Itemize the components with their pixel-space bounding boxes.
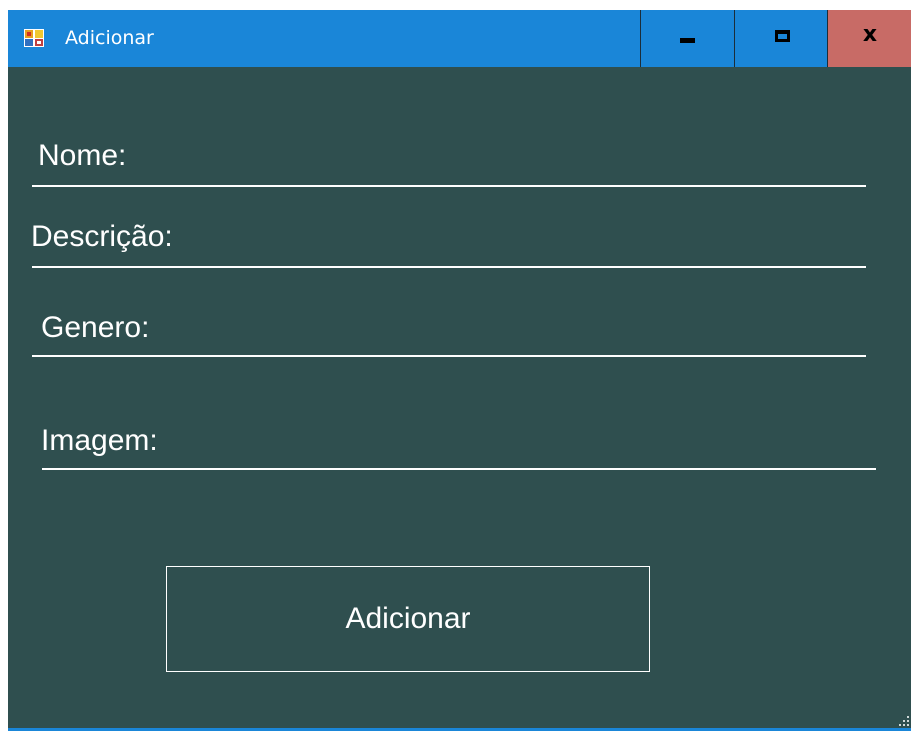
image-label: Imagem:: [41, 424, 158, 457]
close-icon: x: [862, 22, 878, 47]
resize-grip-icon[interactable]: [899, 716, 909, 726]
maximize-button[interactable]: [734, 10, 828, 67]
minimize-button[interactable]: [640, 10, 735, 67]
add-window: Adicionar x Nome: Descrição: Genero: Ima…: [8, 10, 911, 728]
maximize-icon: [775, 30, 790, 42]
title-bar[interactable]: Adicionar x: [8, 10, 911, 67]
name-input[interactable]: [32, 185, 866, 187]
genre-label: Genero:: [41, 311, 150, 344]
description-label: Descrição:: [31, 220, 173, 253]
minimize-icon: [680, 38, 695, 43]
description-input[interactable]: [32, 266, 866, 268]
image-input[interactable]: [42, 468, 876, 470]
close-button[interactable]: x: [827, 10, 911, 67]
genre-input[interactable]: [32, 355, 866, 357]
name-label: Nome:: [38, 139, 127, 172]
app-icon: [24, 29, 44, 47]
add-button[interactable]: Adicionar: [166, 566, 650, 672]
window-title: Adicionar: [65, 27, 154, 49]
